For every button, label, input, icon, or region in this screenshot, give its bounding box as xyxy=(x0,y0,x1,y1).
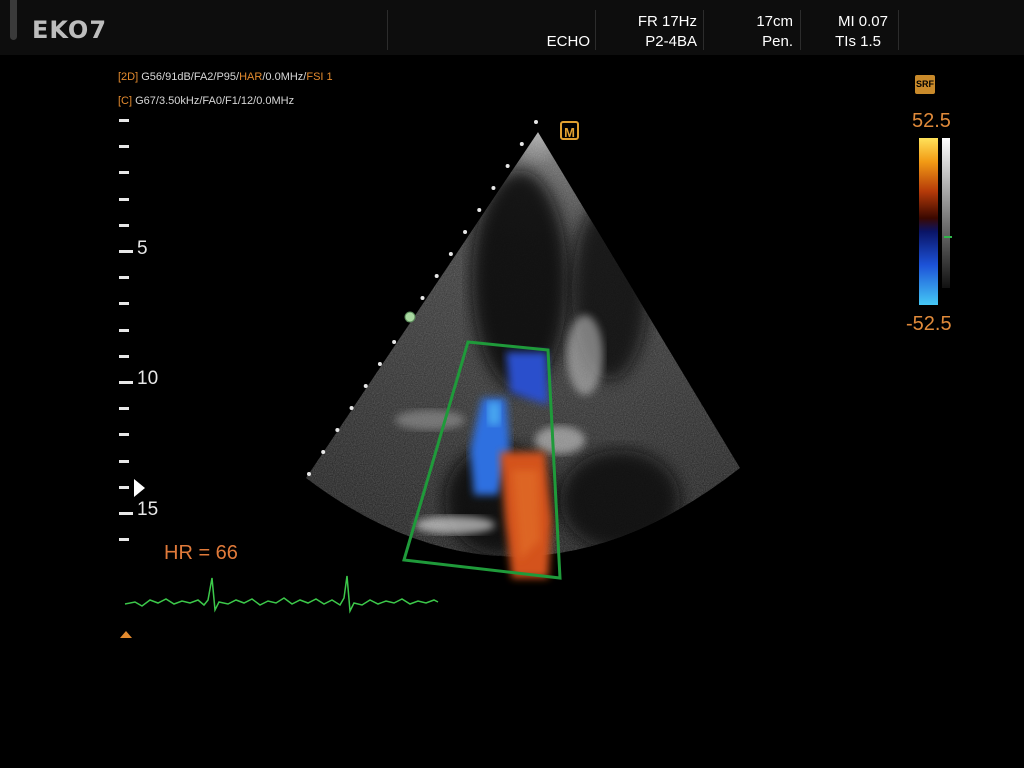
color-scale-max: 52.5 xyxy=(912,110,951,132)
sector-dot xyxy=(534,120,538,124)
grayscale-bar xyxy=(942,138,950,288)
sector-dot xyxy=(434,274,439,278)
focus-position-icon xyxy=(404,311,416,323)
sector-dot xyxy=(377,362,382,366)
baseline-marker xyxy=(944,236,952,238)
sector-dot xyxy=(505,164,510,168)
sector-dot xyxy=(463,230,468,234)
sector-dot xyxy=(420,296,425,300)
sector-dot xyxy=(307,472,311,476)
sector-dot xyxy=(349,406,354,410)
srf-badge-icon[interactable]: SRF xyxy=(915,75,935,94)
sector-dot xyxy=(448,252,453,256)
heart-rate-label: HR = 66 xyxy=(164,542,238,564)
sector-dot xyxy=(392,340,397,344)
color-velocity-bar xyxy=(919,138,938,305)
sector-dot xyxy=(491,186,496,190)
orientation-marker-icon xyxy=(120,631,132,638)
ultrasound-image[interactable] xyxy=(0,0,1024,768)
sector-dot xyxy=(519,142,524,146)
m-mode-icon[interactable]: M xyxy=(560,121,579,140)
sector-dot xyxy=(321,450,326,454)
sector-dot xyxy=(477,208,482,212)
sector-dot xyxy=(363,384,368,388)
color-scale-min: -52.5 xyxy=(906,313,952,335)
ecg-trace xyxy=(124,575,439,614)
sector-dot xyxy=(335,428,340,432)
